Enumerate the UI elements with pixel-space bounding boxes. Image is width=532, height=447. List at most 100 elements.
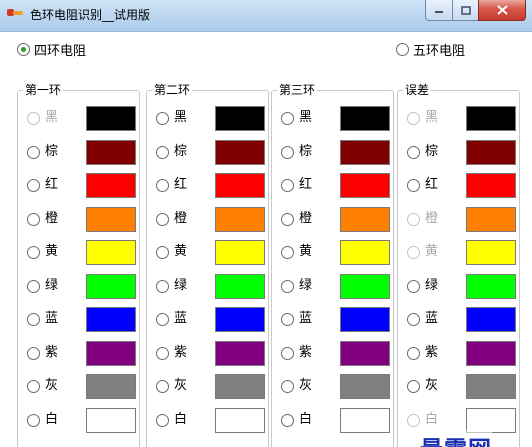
minimize-icon [435, 11, 443, 13]
color-radio[interactable] [156, 380, 169, 393]
color-radio[interactable] [407, 179, 420, 192]
color-swatch [466, 340, 516, 366]
color-radio[interactable] [407, 346, 420, 360]
band-3-option-row[interactable]: 红 [272, 173, 395, 198]
close-button[interactable] [478, 0, 526, 21]
color-radio[interactable] [281, 212, 294, 226]
band-2-option-row[interactable]: 白 [147, 407, 270, 433]
four-band-radio[interactable] [17, 43, 30, 56]
color-radio[interactable] [281, 246, 294, 259]
color-label: 绿 [174, 277, 188, 293]
four-band-option[interactable]: 四环电阻 [17, 40, 86, 59]
color-radio[interactable] [156, 246, 169, 259]
band-3-option-row[interactable]: 蓝 [272, 307, 395, 332]
tolerance-option-row[interactable]: 蓝 [398, 307, 521, 332]
tolerance-option-row[interactable]: 绿 [398, 273, 521, 299]
band-2-option-row[interactable]: 蓝 [147, 307, 270, 332]
color-label: 橙 [174, 210, 188, 226]
color-swatch [340, 273, 390, 299]
band-1-option-row[interactable]: 黄 [18, 240, 141, 265]
color-radio[interactable] [156, 346, 169, 360]
color-label: 红 [174, 177, 188, 192]
maximize-button[interactable] [452, 0, 479, 21]
color-radio[interactable] [281, 313, 294, 326]
band-2-option-row[interactable]: 黑 [147, 106, 270, 131]
color-radio[interactable] [156, 145, 169, 159]
color-radio[interactable] [156, 112, 169, 125]
color-radio[interactable] [27, 179, 40, 192]
tolerance-option-row[interactable]: 灰 [398, 374, 521, 399]
band-3-option-row[interactable]: 白 [272, 407, 395, 433]
band-1-option-row[interactable]: 紫 [18, 340, 141, 366]
color-swatch [86, 173, 136, 198]
color-radio[interactable] [27, 413, 40, 427]
band-2-option-row[interactable]: 棕 [147, 139, 270, 165]
band-3-option-row[interactable]: 棕 [272, 139, 395, 165]
tolerance-option-row[interactable]: 紫 [398, 340, 521, 366]
color-radio[interactable] [281, 145, 294, 159]
band-1-option-row[interactable]: 白 [18, 407, 141, 433]
color-swatch [466, 173, 516, 198]
color-swatch [340, 139, 390, 165]
color-radio[interactable] [156, 179, 169, 192]
color-label: 蓝 [174, 311, 188, 326]
color-radio[interactable] [281, 279, 294, 293]
color-swatch [340, 206, 390, 232]
band-2-option-row[interactable]: 红 [147, 173, 270, 198]
color-radio[interactable] [407, 145, 420, 159]
band-3-option-row[interactable]: 黑 [272, 106, 395, 131]
tolerance-option-row[interactable]: 红 [398, 173, 521, 198]
window-client: 四环电阻 五环电阻 第一环黑棕红橙黄绿蓝紫灰白第二环黑棕红橙黄绿蓝紫灰白第三环黑… [0, 32, 532, 447]
band-3-option-row[interactable]: 橙 [272, 206, 395, 232]
color-radio[interactable] [407, 380, 420, 393]
color-label: 黄 [45, 244, 59, 259]
band-1-option-row[interactable]: 橙 [18, 206, 141, 232]
band-2-option-row[interactable]: 黄 [147, 240, 270, 265]
five-band-radio[interactable] [396, 43, 409, 56]
band-1-option-row[interactable]: 灰 [18, 374, 141, 399]
color-radio[interactable] [407, 313, 420, 326]
band-3-option-row[interactable]: 黄 [272, 240, 395, 265]
color-swatch [215, 340, 265, 366]
color-label: 黑 [425, 110, 439, 125]
color-radio[interactable] [281, 413, 294, 427]
color-radio[interactable] [281, 112, 294, 125]
color-radio[interactable] [27, 346, 40, 360]
color-radio[interactable] [27, 246, 40, 259]
color-label: 绿 [425, 277, 439, 293]
color-radio[interactable] [156, 313, 169, 326]
color-radio[interactable] [281, 346, 294, 360]
band-1-option-row[interactable]: 绿 [18, 273, 141, 299]
tolerance-option-row[interactable]: 棕 [398, 139, 521, 165]
color-radio[interactable] [156, 212, 169, 226]
color-swatch [86, 106, 136, 131]
color-label: 红 [299, 177, 313, 192]
five-band-option[interactable]: 五环电阻 [396, 40, 465, 59]
band-3-option-row[interactable]: 灰 [272, 374, 395, 399]
color-swatch [86, 374, 136, 399]
color-radio[interactable] [27, 145, 40, 159]
color-label: 蓝 [425, 311, 439, 326]
color-radio[interactable] [27, 380, 40, 393]
band-1-option-row[interactable]: 棕 [18, 139, 141, 165]
minimize-button[interactable] [425, 0, 453, 21]
band-1-option-row[interactable]: 红 [18, 173, 141, 198]
color-radio[interactable] [27, 313, 40, 326]
color-radio[interactable] [281, 179, 294, 192]
color-label: 黄 [425, 244, 439, 259]
title-bar[interactable]: 色环电阻识别__试用版 [0, 0, 532, 32]
band-2-option-row[interactable]: 橙 [147, 206, 270, 232]
band-2-option-row[interactable]: 灰 [147, 374, 270, 399]
color-radio[interactable] [156, 279, 169, 293]
color-radio[interactable] [156, 413, 169, 427]
close-icon [496, 5, 508, 15]
color-radio[interactable] [27, 212, 40, 226]
band-2-option-row[interactable]: 绿 [147, 273, 270, 299]
color-radio[interactable] [407, 279, 420, 293]
band-1-option-row[interactable]: 蓝 [18, 307, 141, 332]
band-3-option-row[interactable]: 绿 [272, 273, 395, 299]
band-2-option-row[interactable]: 紫 [147, 340, 270, 366]
band-3-option-row[interactable]: 紫 [272, 340, 395, 366]
color-radio[interactable] [27, 279, 40, 293]
color-radio[interactable] [281, 380, 294, 393]
